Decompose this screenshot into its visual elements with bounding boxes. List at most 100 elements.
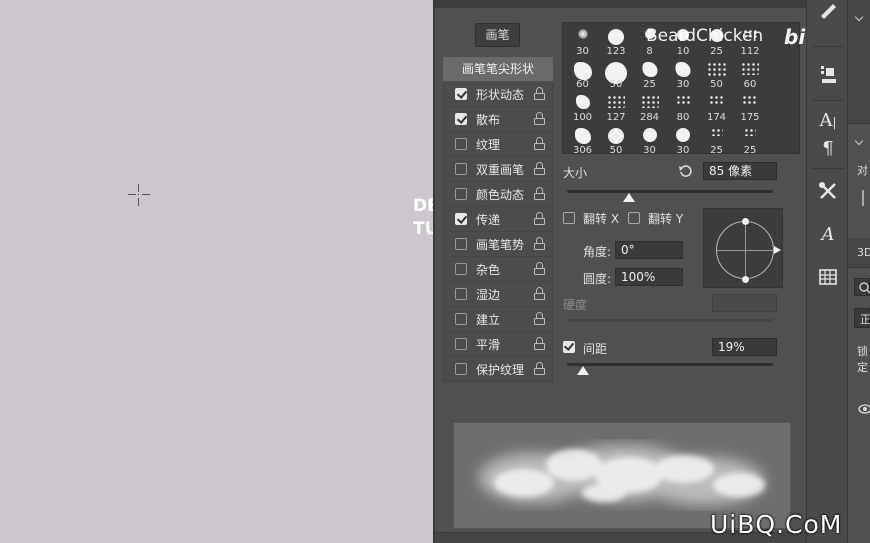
brush-option-checkbox[interactable] — [455, 88, 467, 100]
brush-tip[interactable]: 50 — [600, 57, 633, 90]
size-slider-thumb[interactable] — [622, 193, 635, 202]
brush-tip-shape-icon — [640, 95, 659, 108]
lock-icon[interactable] — [534, 312, 545, 325]
lock-icon[interactable] — [534, 212, 545, 225]
chevron-down-icon[interactable] — [854, 136, 864, 146]
character-icon[interactable]: A| — [813, 106, 843, 136]
brush-tip[interactable]: 30 — [667, 123, 700, 153]
search-icon — [859, 282, 870, 294]
roundness-field[interactable]: 100% — [615, 268, 683, 286]
brush-option-label: 纹理 — [476, 138, 501, 152]
brush-tip[interactable]: 30 — [566, 24, 599, 57]
brush-option-row[interactable]: 建立 — [443, 307, 553, 332]
brush-tip-shape-header[interactable]: 画笔笔尖形状 — [443, 57, 553, 81]
brush-option-checkbox[interactable] — [455, 288, 467, 300]
brush-tip[interactable]: 174 — [700, 90, 733, 123]
brush-tip[interactable]: 60 — [566, 57, 599, 90]
brush-tip[interactable]: 60 — [734, 57, 767, 90]
brush-option-row[interactable]: 颜色动态 — [443, 182, 553, 207]
lock-icon[interactable] — [534, 262, 545, 275]
brush-tip[interactable]: 123 — [600, 24, 633, 57]
angle-arrow-icon[interactable] — [774, 246, 781, 254]
search-field[interactable] — [854, 278, 870, 296]
lock-icon[interactable] — [534, 362, 545, 375]
document-canvas[interactable]: DE TU — [0, 0, 439, 543]
brush-option-checkbox[interactable] — [455, 263, 467, 275]
size-field[interactable]: 85 像素 — [703, 162, 777, 180]
brush-tip-size: 127 — [606, 112, 626, 123]
brush-tip[interactable]: 25 — [734, 123, 767, 153]
brush-option-row[interactable]: 平滑 — [443, 332, 553, 357]
brush-option-row[interactable]: 保护纹理 — [443, 357, 553, 382]
brush-option-checkbox[interactable] — [455, 163, 467, 175]
lock-icon[interactable] — [534, 237, 545, 250]
glyphs-icon[interactable]: A — [813, 220, 843, 250]
brush-option-row[interactable]: 杂色 — [443, 257, 553, 282]
chevron-down-icon[interactable] — [854, 12, 864, 22]
brush-option-row[interactable]: 形状动态 — [443, 82, 553, 107]
reset-size-icon[interactable] — [678, 163, 694, 179]
brush-tip[interactable]: 175 — [734, 90, 767, 123]
brush-tip[interactable]: 25 — [700, 123, 733, 153]
brush-settings-panel: 画笔 画笔笔尖形状 形状动态 散布纹理双重画笔颜色动态 传递 画笔笔势 杂色 湿边 建立 平滑… — [433, 0, 854, 543]
panel-tab-bar[interactable] — [435, 0, 808, 8]
angle-field[interactable]: 0° — [615, 241, 683, 259]
flip-y-checkbox[interactable] — [628, 212, 640, 224]
brush-tip-size: 25 — [643, 79, 656, 90]
brush-option-checkbox[interactable] — [455, 313, 467, 325]
brush-option-row[interactable]: 湿边 — [443, 282, 553, 307]
brush-tip[interactable]: 100 — [566, 90, 599, 123]
brush-tip[interactable]: 284 — [633, 90, 666, 123]
brush-tip[interactable]: 25 — [633, 57, 666, 90]
brush-option-label: 双重画笔 — [476, 163, 525, 177]
lock-icon[interactable] — [534, 162, 545, 175]
brush-option-checkbox[interactable] — [455, 338, 467, 350]
brush-tip-size: 123 — [606, 46, 626, 57]
brush-option-checkbox[interactable] — [455, 363, 467, 375]
eye-icon[interactable] — [858, 404, 870, 414]
paragraph-icon[interactable]: ¶ — [813, 134, 843, 164]
brush-preset-icon[interactable] — [813, 0, 843, 30]
brush-tip[interactable]: 50 — [600, 123, 633, 153]
lock-icon[interactable] — [534, 337, 545, 350]
align-icon[interactable] — [862, 190, 864, 206]
blend-mode-select[interactable]: 正 — [854, 308, 870, 328]
brush-tip[interactable]: 50 — [700, 57, 733, 90]
brush-option-row[interactable]: 传递 — [443, 207, 553, 232]
lock-icon[interactable] — [534, 87, 545, 100]
brush-option-checkbox[interactable] — [455, 188, 467, 200]
brush-option-checkbox[interactable] — [455, 238, 467, 250]
brush-option-checkbox[interactable] — [455, 138, 467, 150]
brush-option-checkbox[interactable] — [455, 113, 467, 125]
brush-option-checkbox[interactable] — [455, 213, 467, 225]
brush-tip[interactable]: 306 — [566, 123, 599, 153]
brush-option-row[interactable]: 双重画笔 — [443, 157, 553, 182]
lock-icon[interactable] — [534, 112, 545, 125]
spacing-label: 间距 — [583, 342, 608, 356]
brush-tip[interactable]: 30 — [667, 57, 700, 90]
lock-icon[interactable] — [534, 187, 545, 200]
spacing-slider-thumb[interactable] — [577, 366, 590, 375]
right-panel-text[interactable]: 3D — [857, 246, 870, 259]
clone-source-icon[interactable] — [813, 60, 843, 90]
lock-icon[interactable] — [534, 287, 545, 300]
brush-tip[interactable]: 80 — [667, 90, 700, 123]
brush-option-row[interactable]: 纹理 — [443, 132, 553, 157]
brush-option-row[interactable]: 散布 — [443, 107, 553, 132]
flip-x-checkbox[interactable] — [563, 212, 575, 224]
brushes-button[interactable]: 画笔 — [475, 23, 520, 47]
spacing-field[interactable]: 19% — [712, 338, 777, 356]
flip-y-label: 翻转 Y — [648, 212, 684, 226]
size-slider[interactable] — [567, 190, 773, 193]
brush-tip[interactable]: 30 — [633, 123, 666, 153]
spacing-slider[interactable] — [567, 363, 773, 366]
tool-preset-icon[interactable] — [813, 176, 843, 206]
brush-option-row[interactable]: 画笔笔势 — [443, 232, 553, 257]
lock-icon[interactable] — [534, 137, 545, 150]
brush-tip[interactable]: 127 — [600, 90, 633, 123]
angle-roundness-widget[interactable] — [703, 208, 783, 288]
grid-table-icon[interactable] — [813, 262, 843, 292]
spacing-checkbox[interactable] — [563, 341, 575, 353]
roundness-handle[interactable] — [742, 276, 749, 283]
roundness-handle[interactable] — [742, 218, 749, 225]
